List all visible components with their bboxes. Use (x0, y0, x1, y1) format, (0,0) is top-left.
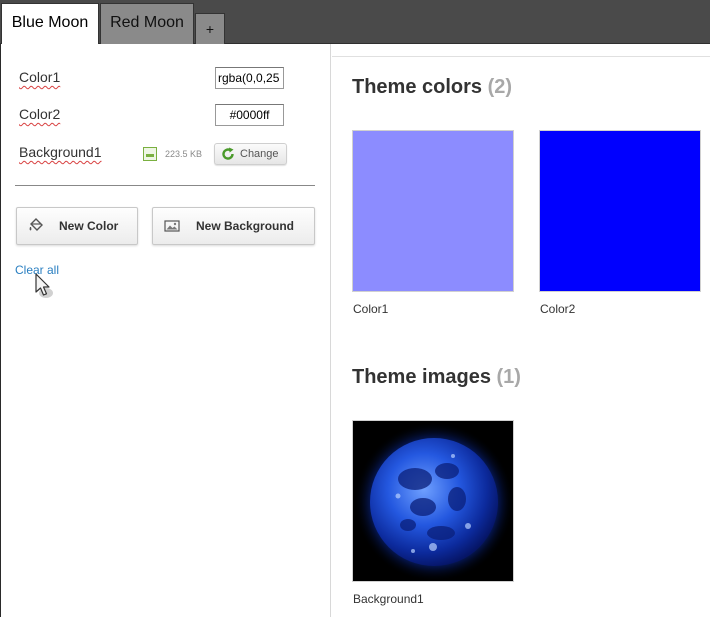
theme-colors-title: Theme colors (352, 76, 483, 98)
background1-label: Background1 (19, 144, 102, 160)
new-background-button[interactable]: New Background (152, 207, 315, 245)
file-size: 223.5 KB (165, 149, 203, 159)
color1-label: Color1 (19, 69, 61, 85)
add-tab-button[interactable]: + (195, 13, 225, 44)
color2-label: Color2 (19, 106, 61, 122)
color1-swatch[interactable] (352, 130, 514, 292)
theme-colors-count: (2) (487, 76, 513, 98)
new-color-button[interactable]: New Color (16, 207, 138, 245)
color2-input[interactable] (215, 104, 284, 126)
change-button-label: Change (240, 148, 279, 160)
color1-input[interactable] (215, 67, 284, 89)
preview-top-border (332, 56, 710, 57)
theme-images-title: Theme images (352, 366, 491, 388)
theme-preview-panel: Theme colors (2) Color1 Color2 Theme ima… (332, 44, 710, 617)
image-file-icon (143, 147, 157, 161)
new-color-label: New Color (59, 219, 119, 233)
color2-swatch[interactable] (539, 130, 701, 292)
change-background-button[interactable]: Change (214, 143, 287, 165)
new-background-label: New Background (196, 219, 295, 233)
tab-blue-moon[interactable]: Blue Moon (1, 3, 99, 44)
theme-colors-heading: Theme colors (2) (352, 76, 512, 99)
blue-moon-image (353, 421, 513, 581)
theme-images-heading: Theme images (1) (352, 366, 521, 389)
color2-swatch-label: Color2 (540, 302, 576, 316)
mouse-cursor-icon (35, 273, 53, 298)
color1-swatch-label: Color1 (353, 302, 389, 316)
theme-editor-panel: Color1 Color2 Background1 223.5 KB Chang… (0, 44, 331, 617)
background1-thumbnail[interactable] (352, 420, 514, 582)
tab-bar: Blue Moon Red Moon + (0, 0, 710, 44)
paint-bucket-icon (29, 218, 43, 231)
divider (15, 185, 315, 186)
picture-icon (164, 220, 180, 232)
refresh-icon (222, 147, 234, 160)
theme-images-count: (1) (496, 366, 521, 388)
background1-image-label: Background1 (353, 592, 424, 606)
tab-red-moon[interactable]: Red Moon (100, 3, 194, 44)
